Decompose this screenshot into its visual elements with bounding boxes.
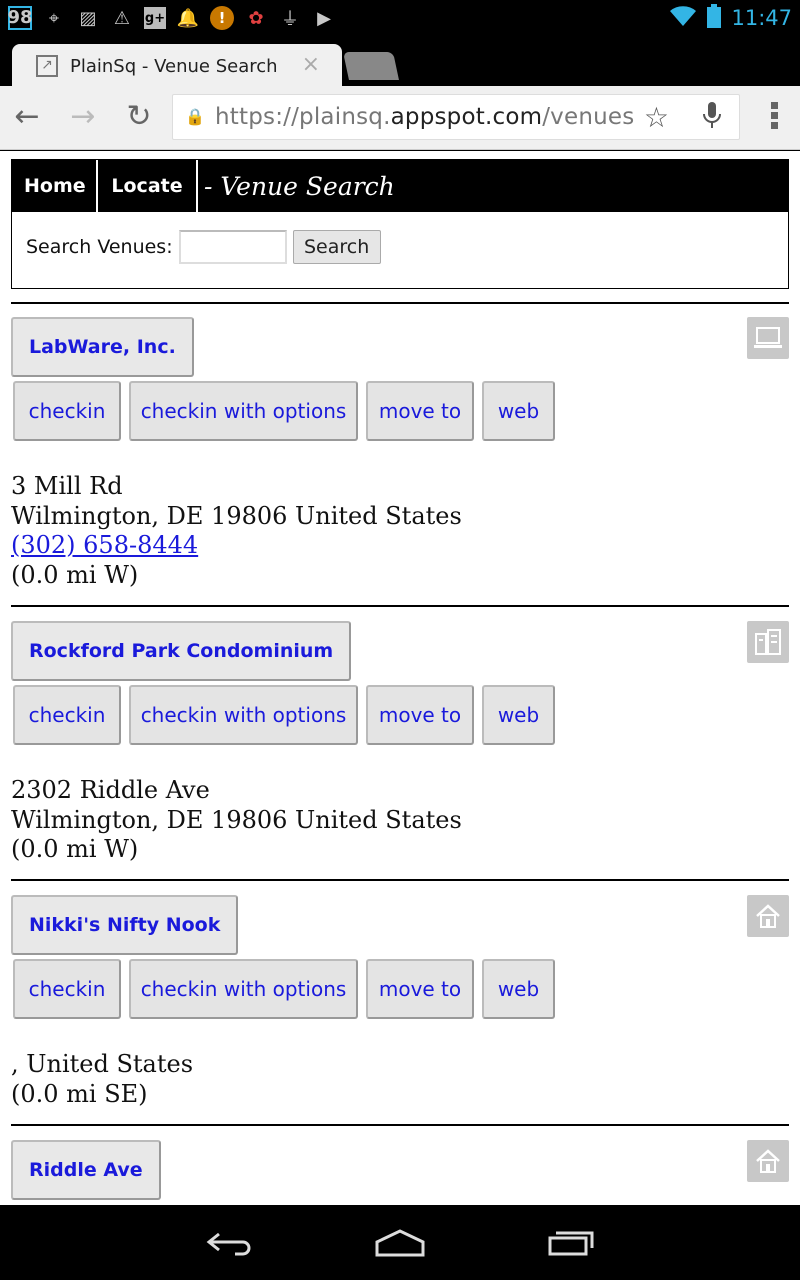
move-to-button[interactable]: move to (366, 685, 474, 745)
venue-name-button[interactable]: LabWare, Inc. (11, 317, 194, 377)
system-nav-bar (0, 1205, 800, 1280)
divider (11, 302, 789, 304)
forward-arrow-icon[interactable]: → (66, 100, 100, 134)
checkin-button[interactable]: checkin (13, 959, 121, 1019)
web-button[interactable]: web (482, 381, 555, 441)
computer-icon (747, 317, 789, 359)
recent-apps-icon[interactable] (546, 1225, 596, 1261)
venue-name-button[interactable]: Riddle Ave (11, 1140, 161, 1200)
venue-card: Rockford Park Condominium checkin checki… (11, 621, 789, 863)
battery-icon (707, 4, 722, 32)
search-button[interactable]: Search (292, 230, 381, 264)
move-to-button[interactable]: move to (366, 959, 474, 1019)
search-label: Search Venues: (26, 236, 173, 258)
venue-name-button[interactable]: Nikki's Nifty Nook (11, 895, 239, 955)
web-button[interactable]: web (482, 685, 555, 745)
status-bar: 98 ⌖ ▨ ⚠ g+ 🔔 ! ✿ ⏚ ▶ 11:47 (0, 0, 800, 36)
web-page: Home Locate - Venue Search Search Venues… (0, 151, 800, 1205)
checkin-with-options-button[interactable]: checkin with options (129, 959, 358, 1019)
distance: (0.0 mi SE) (11, 1079, 148, 1108)
venue-actions: checkin checkin with options move to web (13, 685, 563, 745)
bookmark-star-icon[interactable]: ☆ (644, 101, 669, 134)
checkin-button[interactable]: checkin (13, 685, 121, 745)
google-plus-icon: g+ (144, 7, 166, 29)
bell-icon: 🔔 (176, 7, 200, 29)
url-text: https://plainsq.appspot.com/venues (215, 104, 635, 130)
venue-address: 3 Mill Rd Wilmington, DE 19806 United St… (11, 472, 462, 590)
usb-icon: ⏚ (281, 9, 299, 30)
venue-actions: checkin checkin with options move to web (13, 381, 563, 441)
move-to-button[interactable]: move to (366, 381, 474, 441)
page-favicon-icon: ↗ (36, 55, 58, 77)
back-arrow-icon[interactable]: ← (10, 100, 44, 134)
address-bar[interactable]: 🔒 https://plainsq.appspot.com/venues ☆ (172, 94, 740, 140)
search-input[interactable] (178, 230, 287, 264)
building-icon (747, 621, 789, 663)
gps-icon: ⌖ (48, 7, 60, 29)
site-nav: Home Locate - Venue Search (12, 160, 788, 212)
divider (11, 879, 789, 881)
page-title: - Venue Search (204, 171, 395, 201)
nav-locate-link[interactable]: Locate (98, 160, 198, 212)
distance: (0.0 mi W) (11, 835, 139, 863)
web-button[interactable]: web (482, 959, 555, 1019)
mic-icon[interactable] (702, 100, 722, 136)
checkin-with-options-button[interactable]: checkin with options (129, 685, 358, 745)
venue-card: LabWare, Inc. checkin checkin with optio… (11, 317, 789, 589)
address-line: , United States (11, 1050, 194, 1078)
address-line: 2302 Riddle Ave (11, 776, 210, 804)
wifi-icon (669, 5, 697, 31)
browser-tab-active[interactable]: ↗ PlainSq - Venue Search × (12, 44, 342, 88)
search-form: Search Venues: Search (12, 212, 788, 264)
image-icon: ▨ (79, 7, 97, 29)
checkin-button[interactable]: checkin (13, 381, 121, 441)
browser-toolbar: ← → ↻ 🔒 https://plainsq.appspot.com/venu… (0, 86, 800, 150)
pinwheel-icon: ✿ (248, 7, 264, 29)
home-nav-icon[interactable] (375, 1225, 425, 1261)
play-store-icon: ▶ (317, 7, 331, 29)
venue-name-button[interactable]: Rockford Park Condominium (11, 621, 352, 681)
venue-card: Nikki's Nifty Nook checkin checkin with … (11, 895, 789, 1108)
home-icon (747, 1140, 789, 1182)
reload-icon[interactable]: ↻ (122, 100, 156, 134)
home-icon (747, 895, 789, 937)
tab-title: PlainSq - Venue Search (70, 55, 278, 77)
venue-card: Riddle Ave (11, 1140, 789, 1200)
tab-close-icon[interactable]: × (302, 52, 320, 77)
notification-count-badge: 98 (7, 6, 33, 30)
nav-home-link[interactable]: Home (12, 160, 98, 212)
back-icon[interactable] (205, 1225, 255, 1261)
address-line: 3 Mill Rd (11, 472, 123, 500)
warning-icon: ⚠ (113, 7, 131, 29)
divider (11, 605, 789, 607)
tab-strip: ↗ PlainSq - Venue Search × (0, 36, 800, 88)
address-line: Wilmington, DE 19806 United States (11, 805, 462, 834)
address-line: Wilmington, DE 19806 United States (11, 501, 462, 530)
lock-warning-icon: 🔒 (185, 107, 205, 126)
phone-link[interactable]: (302) 658-8444 (11, 531, 198, 559)
new-tab-button[interactable] (343, 52, 399, 80)
divider (11, 1124, 789, 1126)
overflow-menu-icon[interactable] (770, 98, 780, 134)
clock: 11:47 (731, 6, 792, 30)
venue-address: 2302 Riddle Ave Wilmington, DE 19806 Uni… (11, 776, 462, 865)
venue-address: , United States (0.0 mi SE) (11, 1050, 193, 1109)
alert-icon: ! (210, 6, 234, 30)
site-header: Home Locate - Venue Search Search Venues… (11, 159, 789, 289)
distance: (0.0 mi W) (11, 560, 139, 589)
venue-actions: checkin checkin with options move to web (13, 959, 563, 1019)
checkin-with-options-button[interactable]: checkin with options (129, 381, 358, 441)
